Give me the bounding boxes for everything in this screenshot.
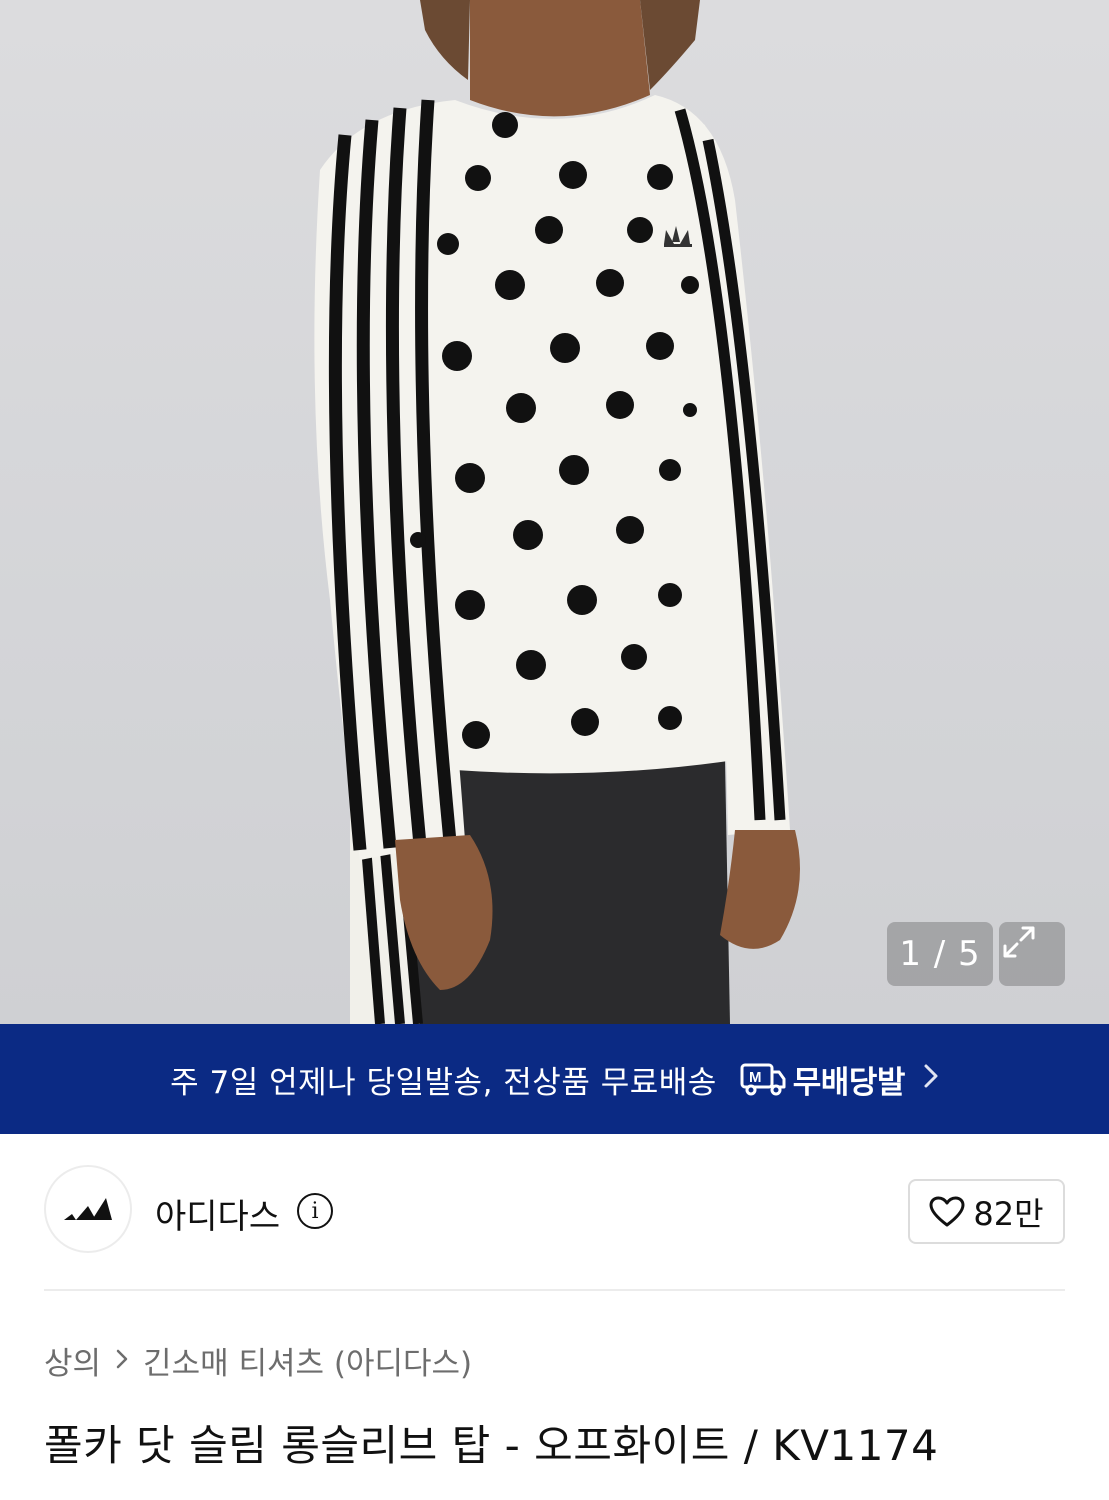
product-title: 폴카 닷 슬림 롱슬리브 탑 - 오프화이트 / KV1174 bbox=[44, 1421, 939, 1470]
divider bbox=[44, 1289, 1065, 1291]
shipping-banner[interactable]: 주 7일 언제나 당일발송, 전상품 무료배송 M 무배당발 bbox=[0, 1024, 1109, 1134]
heart-outline-icon bbox=[929, 1196, 965, 1226]
svg-text:M: M bbox=[749, 1069, 762, 1086]
product-photo bbox=[314, 0, 800, 1024]
like-count: 82만 bbox=[973, 1194, 1044, 1233]
delivery-truck-m-icon: M bbox=[739, 1061, 787, 1097]
chevron-right-icon bbox=[115, 1344, 129, 1377]
brand-avatar[interactable] bbox=[44, 1165, 132, 1253]
product-image-gallery[interactable]: 1 / 5 bbox=[0, 0, 1109, 1024]
expand-button[interactable] bbox=[999, 922, 1065, 986]
like-button[interactable]: 82만 bbox=[908, 1179, 1065, 1244]
breadcrumb-item-subcategory[interactable]: 긴소매 티셔츠 (아디다스) bbox=[143, 1338, 472, 1383]
image-counter: 1 / 5 bbox=[887, 922, 993, 986]
shipping-brand-label: 무배당발 bbox=[792, 1064, 906, 1101]
adidas-logo-icon bbox=[64, 1198, 112, 1220]
info-icon[interactable]: i bbox=[297, 1193, 333, 1229]
breadcrumb-item-category[interactable]: 상의 bbox=[44, 1338, 101, 1383]
chevron-right-icon bbox=[923, 1062, 939, 1097]
brand-row: 아디다스 i 82만 bbox=[0, 1134, 1109, 1289]
shipping-banner-text: 주 7일 언제나 당일발송, 전상품 무료배송 bbox=[170, 1064, 717, 1101]
expand-arrows-icon bbox=[1003, 926, 1035, 958]
brand-name[interactable]: 아디다스 bbox=[155, 1189, 280, 1238]
breadcrumb: 상의 긴소매 티셔츠 (아디다스) bbox=[44, 1338, 472, 1383]
